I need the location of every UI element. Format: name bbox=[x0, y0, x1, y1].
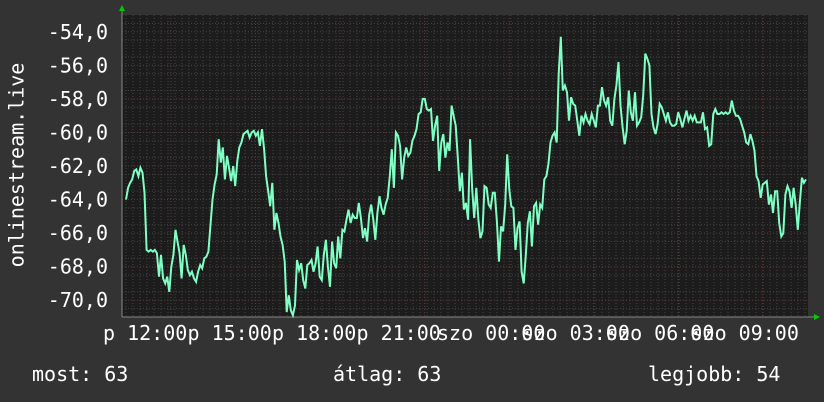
y-tick-label: -66,0 bbox=[48, 221, 108, 245]
y-tick-label: -54,0 bbox=[48, 20, 108, 44]
y-tick-label: -64,0 bbox=[48, 188, 108, 212]
y-axis-arrow bbox=[119, 5, 125, 11]
chart: -54,0 -56,0 -58,0 -60,0 -62,0 -64,0 -66,0 -68,0… bbox=[5, 5, 820, 345]
x-tick-label: p 18:00 bbox=[272, 321, 356, 345]
x-tick-labels: p 12:00 p 15:00 p 18:00 p 21:00szo 00:00szo… bbox=[103, 321, 799, 345]
y-tick-label: -56,0 bbox=[48, 53, 108, 77]
y-tick-label: -60,0 bbox=[48, 120, 108, 144]
y-tick-label: -70,0 bbox=[48, 288, 108, 312]
y-tick-label: -58,0 bbox=[48, 87, 108, 111]
y-tick-labels: -54,0 -56,0 -58,0 -60,0 -62,0 -64,0 -66,0 -68,0… bbox=[48, 20, 108, 312]
x-tick-label: p 12:00 bbox=[103, 321, 187, 345]
average-value: átlag: 63 bbox=[333, 362, 442, 386]
y-tick-label: -68,0 bbox=[48, 255, 108, 279]
x-tick-label: szo 09:00 bbox=[691, 321, 799, 345]
y-tick-label: -62,0 bbox=[48, 154, 108, 178]
x-tick-label: p 21:00 bbox=[357, 321, 441, 345]
current-value: most: 63 bbox=[32, 362, 129, 386]
best-value: legjobb: 54 bbox=[648, 362, 781, 386]
y-axis-label: onlinestream.live bbox=[5, 63, 29, 268]
x-axis-arrow bbox=[814, 314, 820, 320]
x-tick-label: p 15:00 bbox=[188, 321, 272, 345]
